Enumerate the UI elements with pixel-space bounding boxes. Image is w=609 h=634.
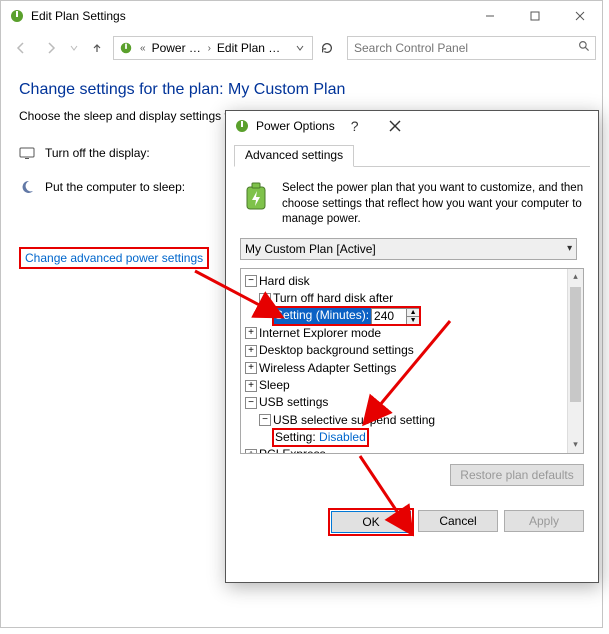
ok-button[interactable]: OK	[331, 511, 411, 533]
window-title: Edit Plan Settings	[31, 9, 126, 23]
spin-down-icon[interactable]: ▼	[407, 317, 419, 324]
display-icon	[19, 145, 35, 161]
refresh-button[interactable]	[315, 36, 339, 60]
dialog-body: Select the power plan that you want to c…	[226, 167, 598, 544]
tree-node-pci[interactable]: +PCI Express	[245, 446, 583, 453]
power-options-dialog: Power Options ? Advanced settings Select…	[225, 110, 599, 583]
dialog-app-icon	[234, 118, 250, 134]
up-button[interactable]	[83, 34, 111, 62]
scroll-down-icon[interactable]: ▾	[568, 437, 583, 453]
restore-defaults-button[interactable]: Restore plan defaults	[450, 464, 584, 486]
setting-minutes-label[interactable]: Setting (Minutes):	[273, 307, 371, 324]
scroll-up-icon[interactable]: ▴	[568, 269, 583, 285]
close-button[interactable]	[557, 1, 602, 31]
scrollbar[interactable]: ▴ ▾	[567, 269, 583, 453]
expand-icon[interactable]: +	[245, 345, 257, 357]
expand-icon[interactable]: +	[245, 449, 257, 453]
back-button[interactable]	[7, 34, 35, 62]
search-box[interactable]	[347, 36, 596, 60]
history-dropdown-icon[interactable]	[67, 34, 81, 62]
tree-node-usb-setting: Setting: Disabled	[245, 429, 583, 446]
dialog-titlebar: Power Options ?	[226, 111, 598, 141]
collapse-icon[interactable]: −	[245, 397, 257, 409]
sleep-label: Put the computer to sleep:	[45, 180, 185, 194]
page-heading: Change settings for the plan: My Custom …	[19, 81, 594, 99]
spin-up-icon[interactable]: ▲	[407, 309, 419, 317]
plan-select[interactable]: My Custom Plan [Active] ▾	[240, 238, 577, 260]
display-off-label: Turn off the display:	[45, 146, 150, 160]
dialog-title: Power Options	[256, 119, 335, 133]
minutes-input[interactable]	[372, 309, 406, 323]
change-advanced-link[interactable]: Change advanced power settings	[19, 247, 209, 269]
expand-icon[interactable]: +	[245, 327, 257, 339]
ok-button-highlight: OK	[330, 510, 412, 534]
dialog-description: Select the power plan that you want to c…	[282, 181, 584, 228]
tab-strip: Advanced settings	[234, 145, 590, 167]
tree-node-hard-disk[interactable]: −Hard disk	[245, 273, 583, 290]
settings-tree: −Hard disk −Turn off hard disk after Set…	[240, 268, 584, 454]
apply-button[interactable]: Apply	[504, 510, 584, 532]
expand-icon[interactable]: +	[245, 380, 257, 392]
scroll-thumb[interactable]	[570, 287, 581, 402]
tree-node-wireless[interactable]: +Wireless Adapter Settings	[245, 360, 583, 377]
breadcrumb-chevron-icon: «	[138, 43, 148, 54]
tree-node-ie-mode[interactable]: +Internet Explorer mode	[245, 325, 583, 342]
plan-select-value: My Custom Plan [Active]	[245, 242, 376, 256]
titlebar: Edit Plan Settings	[1, 1, 602, 31]
tree-node-usb[interactable]: −USB settings	[245, 394, 583, 411]
collapse-icon[interactable]: −	[259, 414, 271, 426]
dialog-help-button[interactable]: ?	[335, 111, 375, 141]
collapse-icon[interactable]: −	[259, 293, 271, 305]
usb-setting-label: Setting:	[275, 430, 316, 444]
battery-icon	[240, 181, 272, 213]
search-icon[interactable]	[578, 40, 591, 56]
breadcrumb-dropdown-icon[interactable]	[292, 41, 308, 55]
breadcrumb[interactable]: « Power Options › Edit Plan Settings	[113, 36, 313, 60]
tree-node-setting-minutes: Setting (Minutes): ▲▼	[245, 307, 583, 324]
expand-icon[interactable]: +	[245, 362, 257, 374]
tree-node-sleep[interactable]: +Sleep	[245, 377, 583, 394]
breadcrumb-chevron-icon: ›	[206, 43, 213, 54]
tab-advanced-settings[interactable]: Advanced settings	[234, 145, 354, 167]
minutes-spinbox[interactable]: ▲▼	[371, 308, 420, 325]
forward-button[interactable]	[37, 34, 65, 62]
collapse-icon[interactable]: −	[245, 275, 257, 287]
chevron-down-icon: ▾	[567, 243, 572, 254]
usb-setting-value[interactable]: Disabled	[319, 430, 366, 444]
tree-node-usb-suspend[interactable]: −USB selective suspend setting	[245, 412, 583, 429]
breadcrumb-app-icon	[118, 40, 134, 56]
nav-toolbar: « Power Options › Edit Plan Settings	[1, 31, 602, 65]
minimize-button[interactable]	[467, 1, 512, 31]
breadcrumb-item-power[interactable]: Power Options	[152, 41, 202, 55]
app-icon	[9, 8, 25, 24]
maximize-button[interactable]	[512, 1, 557, 31]
dialog-close-button[interactable]	[375, 111, 415, 141]
moon-icon	[19, 179, 35, 195]
search-input[interactable]	[352, 40, 578, 56]
cancel-button[interactable]: Cancel	[418, 510, 498, 532]
tree-node-turn-off-hd[interactable]: −Turn off hard disk after	[245, 290, 583, 307]
tree-node-desktop-bg[interactable]: +Desktop background settings	[245, 342, 583, 359]
breadcrumb-item-editplan[interactable]: Edit Plan Settings	[217, 41, 283, 55]
